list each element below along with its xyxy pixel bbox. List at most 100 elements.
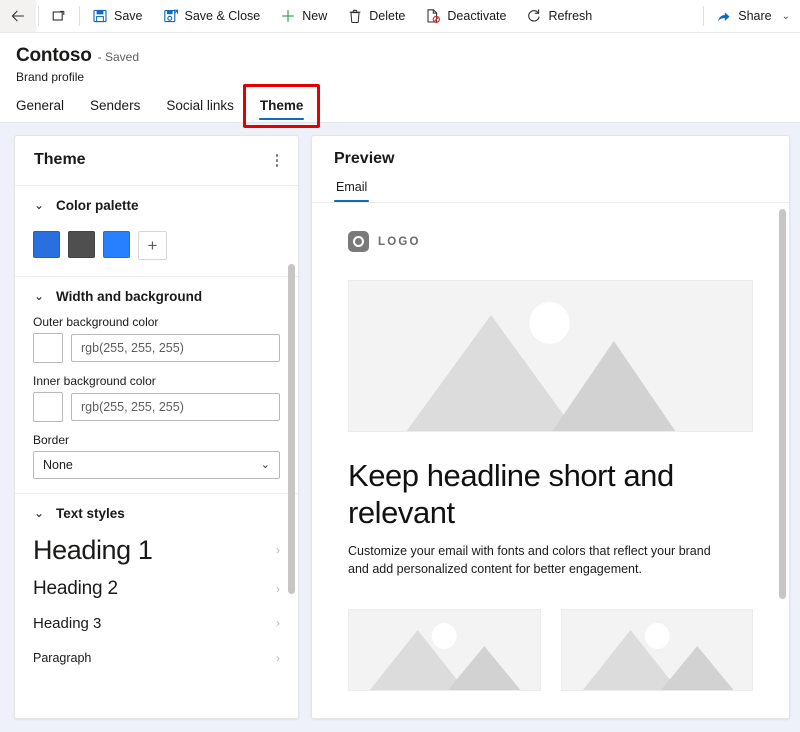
toolbar-divider bbox=[79, 6, 80, 26]
color-swatch[interactable] bbox=[68, 230, 95, 258]
border-select-value: None bbox=[43, 457, 73, 472]
deactivate-button[interactable]: Deactivate bbox=[415, 0, 516, 32]
theme-panel-header: Theme bbox=[15, 136, 298, 186]
email-body-text: Customize your email with fonts and colo… bbox=[348, 544, 711, 576]
save-button[interactable]: Save bbox=[82, 0, 153, 32]
border-select[interactable]: None ⌄ bbox=[33, 450, 280, 479]
chevron-down-icon: ⌄ bbox=[260, 459, 270, 471]
workspace: Theme ⌄ Color palette + ⌄ Width and back… bbox=[0, 123, 800, 719]
theme-panel-title: Theme bbox=[34, 151, 86, 169]
chevron-right-icon: › bbox=[276, 650, 280, 665]
delete-button[interactable]: Delete bbox=[337, 0, 415, 32]
chevron-down-icon: ⌄ bbox=[33, 506, 45, 520]
inner-background-color-row bbox=[33, 391, 280, 422]
open-in-new-window-button[interactable] bbox=[41, 0, 77, 32]
text-style-heading-2[interactable]: Heading 2 › bbox=[15, 572, 298, 606]
inner-background-color-label: Inner background color bbox=[33, 373, 156, 388]
tab-social-links-label: Social links bbox=[166, 98, 234, 113]
text-style-heading-1[interactable]: Heading 1 › bbox=[15, 529, 298, 572]
logo-text: LOGO bbox=[378, 235, 421, 248]
text-style-heading-3-label: Heading 3 bbox=[33, 614, 102, 632]
theme-panel-body[interactable]: ⌄ Color palette + ⌄ Width and background bbox=[15, 186, 298, 719]
save-icon bbox=[92, 8, 108, 24]
save-and-close-button[interactable]: Save & Close bbox=[153, 0, 271, 32]
preview-panel-title: Preview bbox=[334, 150, 395, 167]
share-label: Share bbox=[738, 9, 772, 23]
add-color-button[interactable]: + bbox=[138, 230, 167, 260]
inner-background-color-swatch[interactable] bbox=[33, 391, 63, 422]
mountain-icon bbox=[406, 302, 676, 431]
record-tabs: General Senders Social links Theme bbox=[0, 84, 800, 128]
record-title-row: Contoso - Saved bbox=[16, 45, 784, 67]
command-bar: Save Save & Close New Delete Deactivate … bbox=[0, 0, 800, 33]
toolbar-divider bbox=[38, 6, 39, 26]
save-label: Save bbox=[114, 9, 143, 23]
theme-panel: Theme ⌄ Color palette + ⌄ Width and back… bbox=[14, 135, 299, 719]
deactivate-label: Deactivate bbox=[447, 9, 507, 23]
logo-icon bbox=[348, 231, 369, 252]
outer-background-color-row bbox=[33, 332, 280, 363]
theme-panel-scrollbar[interactable] bbox=[288, 263, 295, 594]
preview-panel-scrollbar[interactable] bbox=[779, 209, 786, 599]
deactivate-icon bbox=[425, 8, 441, 24]
more-options-icon[interactable] bbox=[270, 150, 285, 171]
new-label: New bbox=[302, 9, 328, 23]
outer-background-color-field: Outer background color bbox=[15, 315, 298, 363]
back-button[interactable] bbox=[0, 0, 36, 32]
email-card bbox=[560, 608, 753, 691]
refresh-icon bbox=[526, 8, 542, 24]
preview-panel-body[interactable]: LOGO Keep headline short and relevant Cu… bbox=[312, 203, 789, 718]
section-width-and-background-header[interactable]: ⌄ Width and background bbox=[15, 289, 298, 304]
email-logo: LOGO bbox=[348, 231, 753, 252]
outer-background-color-label: Outer background color bbox=[33, 314, 159, 329]
inner-background-color-input[interactable] bbox=[71, 392, 280, 421]
preview-tabs: Email bbox=[312, 168, 789, 203]
record-subtitle: Brand profile bbox=[16, 70, 85, 84]
chevron-down-icon: ⌄ bbox=[33, 198, 45, 212]
border-field: Border None ⌄ bbox=[15, 433, 298, 479]
new-button[interactable]: New bbox=[270, 0, 337, 32]
section-text-styles-header[interactable]: ⌄ Text styles bbox=[15, 506, 298, 521]
text-style-paragraph[interactable]: Paragraph › bbox=[15, 641, 298, 675]
tab-theme-label: Theme bbox=[259, 98, 304, 113]
tab-email[interactable]: Email bbox=[334, 178, 370, 202]
tab-email-label: Email bbox=[336, 180, 368, 194]
section-color-palette: ⌄ Color palette + bbox=[15, 186, 298, 277]
chevron-down-icon: ⌄ bbox=[33, 289, 45, 303]
trash-icon bbox=[347, 8, 363, 24]
tab-senders-label: Senders bbox=[90, 98, 141, 113]
chevron-down-icon: ⌄ bbox=[781, 10, 790, 22]
color-swatch[interactable] bbox=[33, 230, 60, 258]
tab-social-links[interactable]: Social links bbox=[153, 94, 247, 122]
share-icon bbox=[716, 8, 732, 24]
section-width-and-background: ⌄ Width and background Outer background … bbox=[15, 277, 298, 494]
color-swatch[interactable] bbox=[103, 230, 130, 258]
open-in-new-window-icon bbox=[51, 8, 67, 24]
outer-background-color-swatch[interactable] bbox=[33, 332, 63, 363]
tab-general[interactable]: General bbox=[16, 94, 77, 122]
back-arrow-icon bbox=[10, 8, 26, 24]
inner-background-color-field: Inner background color bbox=[15, 374, 298, 422]
section-width-and-background-title: Width and background bbox=[56, 288, 203, 304]
tab-theme[interactable]: Theme bbox=[247, 94, 317, 122]
section-color-palette-header[interactable]: ⌄ Color palette bbox=[15, 198, 298, 213]
tab-senders[interactable]: Senders bbox=[77, 94, 153, 122]
email-card bbox=[348, 608, 541, 691]
email-headline: Keep headline short and relevant bbox=[348, 458, 674, 530]
color-swatch-list: + bbox=[15, 217, 298, 262]
share-button[interactable]: Share ⌄ bbox=[706, 0, 800, 32]
section-text-styles-title: Text styles bbox=[56, 505, 125, 521]
text-style-paragraph-label: Paragraph bbox=[33, 650, 92, 665]
save-and-close-icon bbox=[163, 8, 179, 24]
text-style-heading-3[interactable]: Heading 3 › bbox=[15, 606, 298, 641]
refresh-button[interactable]: Refresh bbox=[516, 0, 602, 32]
card-placeholder-image bbox=[560, 608, 753, 691]
section-color-palette-title: Color palette bbox=[56, 197, 139, 213]
text-style-heading-2-label: Heading 2 bbox=[33, 577, 118, 599]
outer-background-color-input[interactable] bbox=[71, 333, 280, 362]
preview-panel: Preview Email LOGO Keep headline short a… bbox=[311, 135, 790, 719]
record-header: Contoso - Saved Brand profile bbox=[0, 33, 800, 84]
email-preview: LOGO Keep headline short and relevant Cu… bbox=[312, 203, 789, 691]
text-style-heading-1-label: Heading 1 bbox=[33, 534, 153, 565]
border-label: Border bbox=[33, 432, 70, 447]
